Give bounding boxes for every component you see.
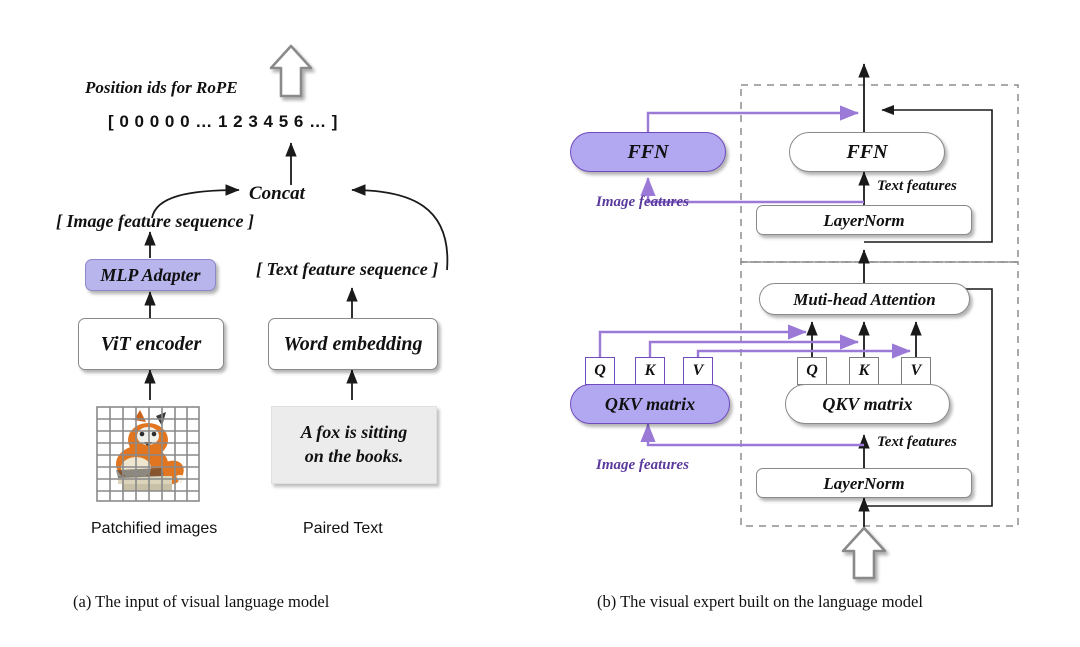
dashed-frame-top (740, 84, 1019, 263)
qkv-head-k-text[interactable]: K (849, 357, 879, 385)
layernorm-bottom-box[interactable]: LayerNorm (756, 468, 972, 498)
patchified-images-caption: Patchified images (91, 520, 218, 537)
ffn-text-box[interactable]: FFN (789, 132, 945, 172)
qkv-matrix-text-label: QKV matrix (822, 394, 913, 414)
qkv-head-k-text-label: K (858, 362, 870, 379)
qkv-matrix-image-box[interactable]: QKV matrix (570, 384, 730, 424)
qkv-head-v-image-label: V (692, 362, 704, 379)
purple-arrow-ffn-image-out (646, 105, 859, 134)
attention-box[interactable]: Muti-head Attention (759, 283, 970, 315)
purple-arrow-ln-to-qkv-image (640, 423, 864, 447)
vit-encoder-box[interactable]: ViT encoder (78, 318, 224, 370)
qkv-head-q-image-label: Q (594, 362, 606, 379)
layernorm-bottom-label: LayerNorm (823, 473, 905, 493)
purple-arrow-q-image-to-attention (598, 324, 807, 357)
ffn-image-box[interactable]: FFN (570, 132, 726, 172)
image-feature-sequence-label: [ Image feature sequence ] (56, 211, 254, 231)
paired-text-line2: on the books. (304, 446, 404, 466)
patchified-image (96, 406, 200, 502)
ffn-image-label: FFN (627, 141, 669, 163)
word-embedding-box[interactable]: Word embedding (268, 318, 438, 370)
qkv-head-q-text-label: Q (806, 362, 818, 379)
paired-text-caption: Paired Text (303, 520, 383, 537)
qkv-head-v-text[interactable]: V (901, 357, 931, 385)
figure-root: Position ids for RoPE [ 0 0 0 0 0 … 1 2 … (0, 0, 1080, 647)
word-embedding-label: Word embedding (283, 333, 423, 355)
text-features-label-top: Text features (877, 178, 957, 194)
qkv-head-k-image-label: K (644, 362, 656, 379)
panel-a-title: Position ids for RoPE (85, 78, 238, 97)
qkv-head-q-text[interactable]: Q (797, 357, 827, 385)
layernorm-top-box[interactable]: LayerNorm (756, 205, 972, 235)
ffn-text-label: FFN (846, 141, 888, 163)
qkv-matrix-image-label: QKV matrix (604, 394, 696, 414)
mlp-adapter-box[interactable]: MLP Adapter (85, 259, 216, 291)
concat-label: Concat (249, 183, 305, 204)
arrow-text-to-concat (351, 184, 449, 271)
panel-b-hollow-up-arrow-icon (841, 526, 887, 580)
panel-b-caption: (b) The visual expert built on the langu… (597, 592, 923, 611)
vit-encoder-label: ViT encoder (100, 333, 202, 355)
text-feature-sequence-label: [ Text feature sequence ] (256, 259, 439, 279)
paired-text-line1: A fox is sitting (300, 422, 408, 443)
fox-illustration-icon (96, 406, 200, 502)
qkv-head-k-image[interactable]: K (635, 357, 665, 385)
qkv-matrix-text-box[interactable]: QKV matrix (785, 384, 950, 424)
qkv-head-v-image[interactable]: V (683, 357, 713, 385)
image-features-label-top: Image features (596, 194, 689, 210)
qkv-head-q-image[interactable]: Q (585, 357, 615, 385)
attention-label: Muti-head Attention (793, 289, 936, 309)
mlp-adapter-label: MLP Adapter (100, 265, 201, 285)
panel-a-hollow-up-arrow-icon (269, 44, 313, 98)
qkv-head-v-text-label: V (910, 362, 922, 379)
paired-text-box: A fox is sitting on the books. (271, 406, 437, 484)
panel-a-caption: (a) The input of visual language model (73, 592, 330, 611)
image-features-label-bottom: Image features (596, 457, 689, 473)
purple-arrow-k-image-to-attention (648, 334, 859, 357)
position-ids-row: [ 0 0 0 0 0 … 1 2 3 4 5 6 … ] (108, 112, 338, 131)
layernorm-top-label: LayerNorm (823, 210, 905, 230)
text-features-label-bottom: Text features (877, 434, 957, 450)
